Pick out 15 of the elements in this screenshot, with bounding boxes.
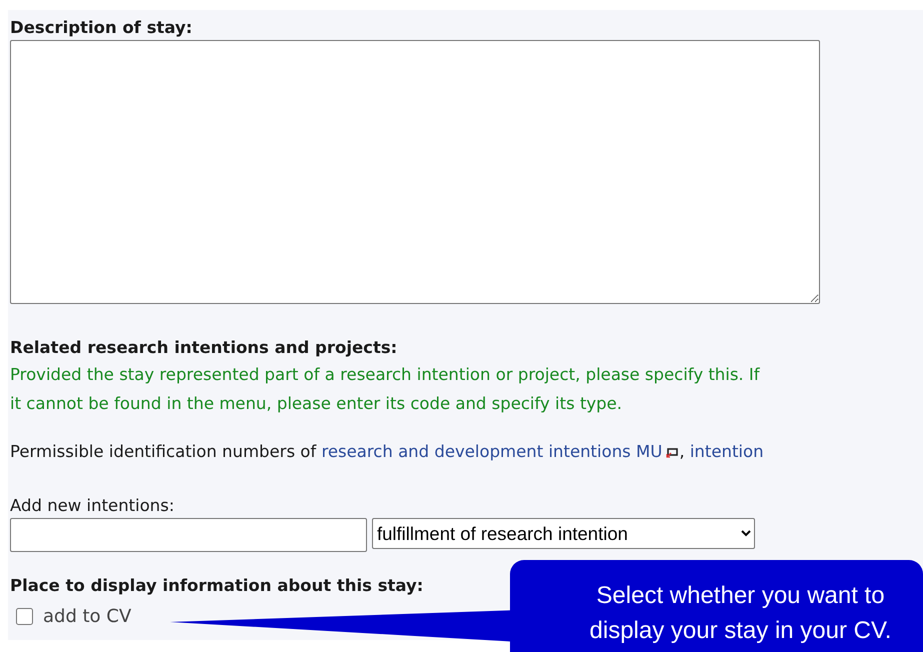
link[interactable]: research and development intentions MU [321, 442, 662, 461]
help-text: Provided the stay represented part of a research intention or project, please specify this. If it cannot be found in the menu, please enter its code and specify its type. [10, 364, 761, 415]
field-label: Description of stay: [10, 17, 192, 39]
external-link-icon [666, 446, 678, 458]
intention-type-select[interactable]: fulfillment of research intention [372, 518, 755, 549]
permissible-text: Permissible identification numbers of [10, 442, 318, 461]
section-heading: Place to display information about this stay: [10, 575, 424, 597]
separator-text: , [679, 442, 686, 461]
field-label: Add new intentions: [10, 495, 176, 517]
link[interactable]: intention [690, 442, 764, 461]
intention-code-input[interactable] [10, 518, 367, 552]
checkbox-label: add to CV [43, 606, 132, 627]
cv-checkbox[interactable] [16, 608, 33, 625]
section-heading: Related research intentions and projects: [10, 337, 398, 359]
callout: Select whether you want to display your stay in your CV. [510, 560, 923, 652]
